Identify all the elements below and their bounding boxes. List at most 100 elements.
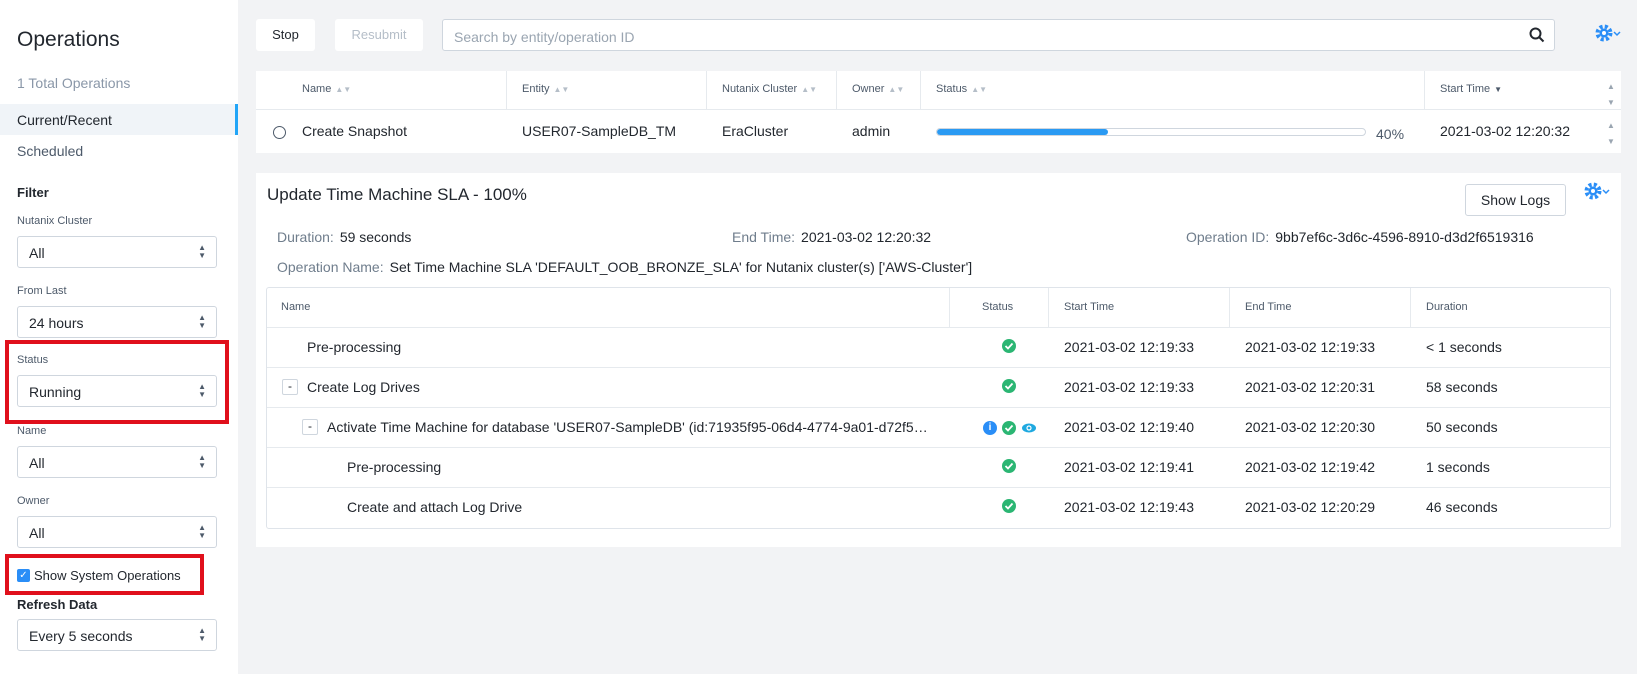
col-owner-label: Owner — [852, 83, 885, 95]
col-end-time-header: End Time — [1245, 301, 1292, 313]
search-icon[interactable] — [1528, 26, 1546, 44]
col-entity-label: Entity — [522, 83, 550, 95]
operations-table-header: Name ▲▼ Entity ▲▼ Nutanix Cluster ▲▼ Owner ▲… — [256, 71, 1621, 110]
refresh-data-label: Refresh Data — [17, 597, 98, 612]
show-logs-button[interactable]: Show Logs — [1465, 184, 1566, 216]
from-last-filter-value: 24 hours — [29, 315, 84, 331]
refresh-data-select[interactable]: Every 5 seconds ▲ ▼ — [17, 619, 217, 651]
col-start-time-label: Start Time — [1440, 83, 1491, 95]
info-icon[interactable]: i — [983, 421, 997, 435]
step-end: 2021-03-02 12:19:42 — [1245, 459, 1375, 475]
col-owner-header[interactable]: Owner ▲▼ — [852, 83, 904, 95]
from-last-filter-label: From Last — [17, 285, 67, 297]
operation-name-label: Operation Name: — [277, 259, 384, 275]
step-start: 2021-03-02 12:19:33 — [1064, 379, 1194, 395]
col-name-label: Name — [302, 83, 332, 95]
detail-title: Update Time Machine SLA - 100% — [267, 185, 527, 204]
scroll-up-icon[interactable]: ▲ — [1607, 121, 1615, 130]
sort-desc-icon: ▼ — [1494, 85, 1503, 94]
end-time-label: End Time: — [732, 229, 796, 245]
nav-scheduled[interactable]: Scheduled — [17, 143, 83, 159]
col-cluster-header[interactable]: Nutanix Cluster ▲▼ — [722, 83, 817, 95]
operation-details-panel: Update Time Machine SLA - 100% Show Logs… — [256, 173, 1621, 547]
col-status-label: Status — [936, 83, 968, 95]
op-owner: admin — [852, 123, 891, 139]
gear-icon[interactable] — [1594, 22, 1622, 46]
table-row[interactable]: Pre-processing 2021-03-02 12:19:41 2021-… — [267, 448, 1610, 488]
col-name-header: Name — [281, 301, 311, 313]
step-end: 2021-03-02 12:20:29 — [1245, 499, 1375, 515]
show-system-operations-label: Show System Operations — [34, 568, 181, 583]
operation-id-label: Operation ID: — [1186, 229, 1270, 245]
step-name: Create Log Drives — [307, 379, 420, 395]
op-entity: USER07-SampleDB_TM — [522, 123, 677, 139]
nav-current-recent-label: Current/Recent — [17, 112, 112, 128]
col-name-header[interactable]: Name ▲▼ — [302, 83, 351, 95]
progress-bar — [936, 128, 1366, 136]
step-name: Pre-processing — [347, 459, 442, 475]
operation-id-field: Operation ID: 9bb7ef6c-3d6c-4596-8910-d3d… — [1186, 229, 1534, 245]
duration-label: Duration: — [277, 229, 334, 245]
total-operations: 1 Total Operations — [17, 75, 131, 91]
scroll-down-icon[interactable]: ▼ — [1607, 137, 1615, 146]
op-start-time: 2021-03-02 12:20:32 — [1440, 123, 1570, 139]
collapse-toggle[interactable]: - — [282, 379, 298, 395]
step-end: 2021-03-02 12:20:31 — [1245, 379, 1375, 395]
col-cluster-label: Nutanix Cluster — [722, 83, 798, 95]
resubmit-button[interactable]: Resubmit — [335, 19, 423, 51]
sort-icon: ▲▼ — [553, 85, 570, 94]
column-divider — [949, 288, 950, 328]
owner-filter-select[interactable]: All ▲ ▼ — [17, 516, 217, 548]
operations-table: Name ▲▼ Entity ▲▼ Nutanix Cluster ▲▼ Owner ▲… — [256, 71, 1621, 153]
duration-value: 59 seconds — [339, 229, 412, 245]
step-duration: 50 seconds — [1426, 419, 1498, 435]
collapse-toggle[interactable]: - — [302, 419, 318, 435]
column-divider — [920, 71, 921, 110]
step-start: 2021-03-02 12:19:41 — [1064, 459, 1194, 475]
col-start-time-header: Start Time — [1064, 301, 1115, 313]
op-name: Create Snapshot — [302, 123, 408, 139]
check-circle-icon — [1002, 379, 1016, 393]
col-entity-header[interactable]: Entity ▲▼ — [522, 83, 569, 95]
step-end: 2021-03-02 12:20:30 — [1245, 419, 1375, 435]
select-arrows-icon: ▲ ▼ — [198, 243, 206, 260]
row-select-radio[interactable] — [273, 126, 286, 139]
stop-button[interactable]: Stop — [256, 19, 315, 51]
steps-table: Name Status Start Time End Time Duration… — [266, 287, 1611, 529]
table-row[interactable]: Create and attach Log Drive 2021-03-02 1… — [267, 488, 1610, 528]
col-status-header[interactable]: Status ▲▼ — [936, 83, 987, 95]
table-row[interactable]: - Activate Time Machine for database 'US… — [267, 408, 1610, 448]
select-arrows-icon: ▲ ▼ — [198, 626, 206, 643]
search-input[interactable]: Search by entity/operation ID — [442, 19, 1555, 51]
step-start: 2021-03-02 12:19:43 — [1064, 499, 1194, 515]
step-start: 2021-03-02 12:19:40 — [1064, 419, 1194, 435]
check-circle-icon — [1002, 499, 1016, 513]
owner-filter-value: All — [29, 525, 45, 541]
status-filter-label: Status — [17, 354, 49, 366]
step-name: Create and attach Log Drive — [347, 499, 523, 515]
op-cluster: EraCluster — [722, 123, 789, 139]
from-last-filter-select[interactable]: 24 hours ▲ ▼ — [17, 306, 217, 338]
step-duration: 1 seconds — [1426, 459, 1490, 475]
table-row[interactable]: - Create Log Drives 2021-03-02 12:19:33 … — [267, 368, 1610, 408]
select-arrows-icon: ▲ ▼ — [198, 382, 206, 399]
end-time-value: 2021-03-02 12:20:32 — [801, 229, 932, 245]
sort-icon: ▲▼ — [335, 85, 352, 94]
status-filter-select[interactable]: Running ▲ ▼ — [17, 375, 217, 407]
scroll-up-icon[interactable]: ▲ — [1607, 82, 1615, 91]
col-status-header: Status — [982, 301, 1014, 313]
column-divider — [506, 71, 507, 110]
steps-table-header: Name Status Start Time End Time Duration — [267, 288, 1610, 328]
col-start-time-header[interactable]: Start Time ▼ — [1440, 83, 1502, 95]
scroll-down-icon[interactable]: ▼ — [1607, 98, 1615, 107]
nav-current-recent[interactable]: Current/Recent — [0, 104, 238, 135]
step-duration: 46 seconds — [1426, 499, 1498, 515]
table-row[interactable]: Pre-processing 2021-03-02 12:19:33 2021-… — [267, 328, 1610, 368]
gear-icon[interactable] — [1583, 180, 1611, 204]
name-filter-select[interactable]: All ▲ ▼ — [17, 446, 217, 478]
search-placeholder: Search by entity/operation ID — [454, 29, 635, 45]
sort-icon: ▲▼ — [888, 85, 905, 94]
eye-icon[interactable] — [1021, 421, 1037, 435]
owner-filter-label: Owner — [17, 495, 50, 507]
cluster-filter-select[interactable]: All ▲ ▼ — [17, 236, 217, 268]
